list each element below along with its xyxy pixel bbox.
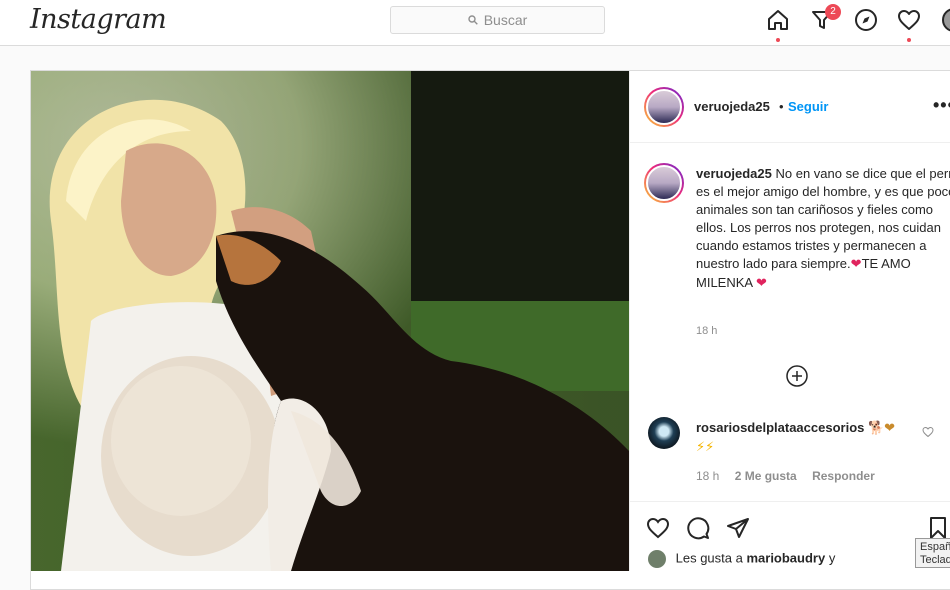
commenter-avatar[interactable] — [648, 417, 680, 449]
caption-username[interactable]: veruojeda25 — [696, 166, 772, 181]
home-icon[interactable] — [766, 8, 790, 32]
post-photo[interactable] — [31, 71, 629, 571]
post-caption: veruojeda25 No en vano se dice que el pe… — [696, 165, 950, 293]
caption-timestamp[interactable]: 18 h — [696, 325, 717, 337]
post-owner-header: veruojeda25 • Seguir ••• — [630, 71, 950, 143]
activity-heart-icon[interactable] — [897, 8, 921, 32]
share-paperplane-icon[interactable] — [726, 516, 750, 540]
load-more-comments-icon[interactable] — [785, 364, 809, 388]
profile-avatar[interactable] — [942, 8, 950, 32]
commenter-username[interactable]: rosariosdelplataaccesorios — [696, 420, 864, 435]
caption-text: No en vano se dice que el perro es el me… — [696, 166, 950, 271]
comment-likes-count[interactable]: 2 Me gusta — [735, 469, 797, 483]
dot-separator: • — [779, 99, 784, 114]
like-heart-icon[interactable] — [646, 516, 670, 540]
heart-emoji: ❤ — [850, 257, 862, 272]
more-options-icon[interactable]: ••• — [933, 95, 950, 116]
owner-avatar[interactable] — [644, 87, 684, 127]
search-placeholder: Buscar — [483, 12, 528, 28]
liker-username[interactable]: mariobaudry — [746, 550, 825, 565]
save-bookmark-icon[interactable] — [926, 516, 950, 540]
post-card: veruojeda25 • Seguir ••• veruojeda25 No … — [30, 70, 950, 590]
comment-like-heart-icon[interactable] — [922, 426, 934, 438]
top-nav-bar: Instagram Buscar 2 — [0, 0, 950, 46]
heart-emoji-2: ❤ — [755, 276, 767, 291]
home-active-dot — [776, 38, 780, 42]
post-actions-bar: Les gusta a mariobaudry y — [630, 501, 950, 571]
follow-button[interactable]: Seguir — [788, 99, 828, 114]
instagram-logo[interactable]: Instagram — [30, 4, 167, 35]
search-icon — [468, 15, 478, 25]
explore-compass-icon[interactable] — [854, 8, 878, 32]
comment-emojis: 🐕❤ — [867, 421, 896, 436]
liker-avatar[interactable] — [648, 550, 666, 568]
likes-summary: Les gusta a mariobaudry y — [648, 550, 835, 568]
comment-emojis-2: ⚡⚡ — [696, 440, 715, 455]
tooltip-line-1: Españ — [920, 541, 950, 553]
tooltip-line-2: Teclad — [920, 554, 950, 566]
comment-body: rosariosdelplataaccesorios 🐕❤ ⚡⚡ — [696, 419, 926, 457]
post-image — [31, 71, 629, 571]
search-input[interactable]: Buscar — [390, 6, 605, 34]
notification-badge: 2 — [825, 4, 841, 20]
caption-avatar[interactable] — [644, 163, 684, 203]
comment-bubble-icon[interactable] — [686, 516, 710, 540]
activity-dot — [907, 38, 911, 42]
owner-username[interactable]: veruojeda25 — [694, 99, 770, 114]
likes-prefix: Les gusta a — [675, 550, 743, 566]
likes-suffix: y — [828, 550, 836, 566]
comment-meta: 18 h 2 Me gusta Responder — [696, 469, 887, 483]
reply-button[interactable]: Responder — [812, 469, 875, 483]
post-sidebar: veruojeda25 • Seguir ••• veruojeda25 No … — [629, 71, 950, 571]
comment-timestamp[interactable]: 18 h — [696, 469, 719, 483]
